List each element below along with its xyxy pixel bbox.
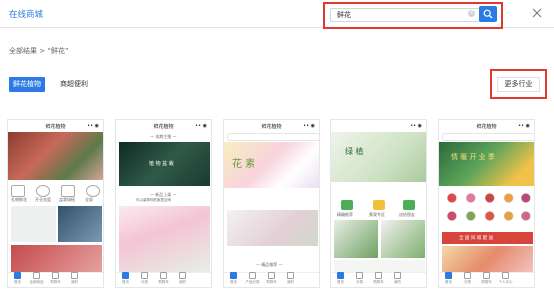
section-heading: — 本期主推 — [150, 134, 177, 139]
template-card-5[interactable]: 鲜花植物 •• ◉ 情 暖 开 业 季 全 国 同 城 配 送 首页 分类 购物… [438, 119, 535, 288]
tag-icon [61, 185, 75, 197]
product-image [442, 246, 533, 274]
template-card-3[interactable]: 鲜花植物 •• ◉ 花 素 — 精品推荐 — 首页 产品分类 购物车 我的 [223, 119, 320, 288]
shield-icon [403, 200, 415, 210]
product-image [381, 220, 425, 258]
close-icon[interactable] [530, 6, 544, 20]
card-bottom-nav: 首页 产品分类 购物车 我的 [224, 272, 319, 287]
more-icon: •• ◉ [410, 123, 422, 129]
category-label: 开业花篮 [35, 197, 51, 202]
nav-home: 首页 [331, 272, 350, 285]
gift-icon [11, 185, 25, 197]
trophy-icon [373, 200, 385, 210]
product-image [119, 206, 210, 274]
tab-supermarket[interactable]: 商超便利 [54, 77, 94, 92]
card-bottom-nav: 首页 全部商品 购物车 我的 [8, 272, 103, 287]
nav-me: 我的 [388, 272, 407, 285]
banner-text: 绿 植 [345, 147, 364, 156]
nav-home: 首页 [224, 272, 243, 285]
category-label: 全部 [85, 197, 93, 202]
banner-text: 情 暖 开 业 季 [451, 153, 495, 161]
nav-cart: 购物车 [369, 272, 388, 285]
nav-me: 我的 [65, 272, 84, 285]
search-icon [483, 9, 493, 19]
more-icon: •• ◉ [87, 123, 99, 129]
category-label: 盆栽绿植 [59, 197, 75, 202]
nav-me: 个人中心 [496, 272, 515, 285]
product-image [58, 206, 102, 242]
banner-text: 花 素 [232, 159, 256, 170]
product-image [11, 206, 56, 242]
product-image [11, 245, 102, 273]
nav-category: 分类 [458, 272, 477, 285]
product-image [227, 210, 318, 246]
app-title[interactable]: 在线商城 [9, 8, 43, 20]
search-input[interactable] [330, 8, 480, 22]
more-icon: •• ◉ [303, 123, 315, 129]
banner-text: 植 物 盆 栽 [149, 161, 174, 167]
category-label: 礼物鲜花 [11, 197, 27, 202]
card-bottom-nav: 首页 分类 购物车 我的 [116, 272, 211, 287]
leaf-icon [341, 200, 353, 210]
category-label: 景观专区 [369, 212, 385, 217]
section-heading: — 精品推荐 — [256, 262, 283, 267]
card-bottom-nav: 首页 分类 购物车 我的 [331, 272, 426, 287]
search-bar[interactable] [442, 133, 534, 141]
breadcrumb: 全部结果 > “鲜花” [9, 47, 69, 55]
nav-cart: 购物车 [154, 272, 173, 285]
category-icons-row [445, 210, 531, 222]
banner-image [331, 132, 426, 182]
search-query-text[interactable]: 鲜花 [337, 10, 351, 20]
category-label: 送给朋友 [399, 212, 415, 217]
delivery-banner-text: 全 国 同 城 配 送 [459, 236, 494, 241]
more-industries-button[interactable]: 更多行业 [497, 77, 540, 92]
menu-icon [86, 185, 100, 197]
template-card-1[interactable]: 鲜花植物 •• ◉ 礼物鲜花 开业花篮 盆栽绿植 全部 首页 全部商品 购物车 … [7, 119, 104, 288]
nav-home: 首页 [8, 272, 27, 285]
nav-cart: 购物车 [477, 272, 496, 285]
nav-home: 首页 [116, 272, 135, 285]
nav-category: 分类 [350, 272, 369, 285]
tab-flowers-plants[interactable]: 鲜花植物 [9, 77, 45, 92]
clear-icon[interactable]: × [468, 10, 475, 17]
nav-all: 全部商品 [27, 272, 46, 285]
nav-home: 首页 [439, 272, 458, 285]
section-subtitle: 可以装饰你的家居空间 [136, 198, 171, 202]
nav-cart: 购物车 [262, 272, 281, 285]
search-bar[interactable] [227, 133, 319, 141]
nav-me: 我的 [173, 272, 192, 285]
nav-me: 我的 [281, 272, 300, 285]
search-button[interactable] [479, 6, 497, 22]
template-card-4[interactable]: •• ◉ 绿 植 精编推荐 景观专区 送给朋友 首页 分类 购物车 我的 [330, 119, 427, 288]
category-label: 精编推荐 [337, 212, 353, 217]
banner-image [8, 132, 103, 180]
card-bottom-nav: 首页 分类 购物车 个人中心 [439, 272, 534, 287]
more-icon: •• ◉ [195, 123, 207, 129]
template-card-2[interactable]: 鲜花植物 •• ◉ — 本期主推 — 植 物 盆 栽 — 新品上架 — 可以装饰… [115, 119, 212, 288]
banner-image [439, 142, 534, 186]
nav-cart: 购物车 [46, 272, 65, 285]
category-icons-row [445, 192, 531, 204]
product-image [334, 220, 378, 258]
heart-icon [36, 185, 50, 197]
nav-category: 产品分类 [243, 272, 262, 285]
nav-category: 分类 [135, 272, 154, 285]
more-icon: •• ◉ [518, 123, 530, 129]
